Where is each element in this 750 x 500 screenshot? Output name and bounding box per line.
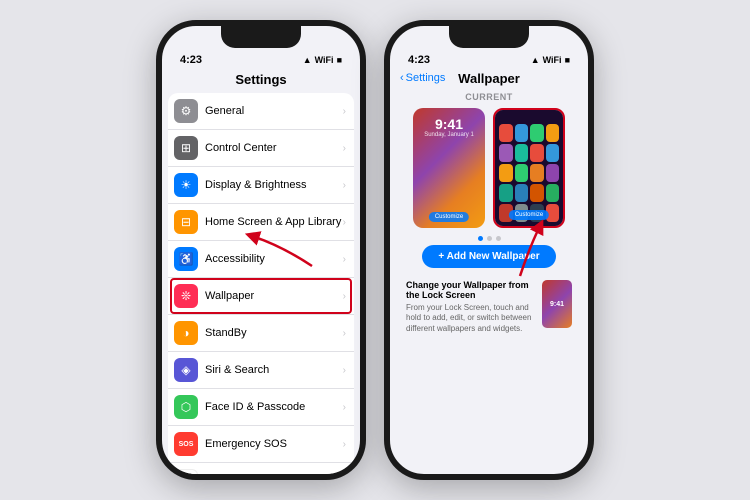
settings-item-general[interactable]: ⚙ General › [168,93,354,130]
exposure-icon: ● [174,469,198,480]
settings-item-control-center[interactable]: ⊞ Control Center › [168,130,354,167]
app-dot [546,184,560,202]
settings-item-accessibility[interactable]: ♿ Accessibility › [168,241,354,278]
current-label: CURRENT [390,92,588,102]
app-dot [499,164,513,182]
app-dot [515,184,529,202]
battery-icon-right: ■ [565,55,570,65]
exposure-label: Exposure Notifications [205,475,343,480]
phone-left: 4:23 ▲ WiFi ■ Settings ⚙ General › ⊞ Con… [156,20,366,480]
settings-item-home-screen[interactable]: ⊟ Home Screen & App Library › [168,204,354,241]
signal-icon: ▲ [303,55,312,65]
siri-label: Siri & Search [205,364,343,376]
wallpaper-nav: ‹ Settings Wallpaper [390,70,588,90]
app-dot [530,164,544,182]
app-dot [530,144,544,162]
time-left: 4:23 [180,54,202,66]
wallpaper-icon: ❊ [174,284,198,308]
display-icon: ☀ [174,173,198,197]
wallpaper-label: Wallpaper [205,290,343,302]
app-dot [546,144,560,162]
add-wallpaper-button[interactable]: + Add New Wallpaper [422,245,555,268]
settings-item-standby[interactable]: ◑ StandBy › [168,315,354,352]
time-right: 4:23 [408,54,430,66]
lock-screen-customize-btn[interactable]: Customize [429,212,469,222]
home-screen-icon: ⊟ [174,210,198,234]
home-screen-wallpaper-bg [495,110,563,226]
status-icons-right: ▲ WiFi ■ [531,55,570,65]
app-dot [530,184,544,202]
app-dot [515,164,529,182]
control-center-label: Control Center [205,142,343,154]
wifi-icon: WiFi [315,55,334,65]
siri-icon: ◈ [174,358,198,382]
back-chevron-icon: ‹ [400,72,404,84]
back-label: Settings [406,72,446,84]
app-dot [546,164,560,182]
wifi-icon-right: WiFi [543,55,562,65]
settings-item-sos[interactable]: SOS Emergency SOS › [168,426,354,463]
settings-item-siri[interactable]: ◈ Siri & Search › [168,352,354,389]
general-icon: ⚙ [174,99,198,123]
status-bar-left: 4:23 ▲ WiFi ■ [162,26,360,70]
dot-3 [496,236,501,241]
wallpaper-page-title: Wallpaper [458,71,520,86]
sos-label: Emergency SOS [205,438,343,450]
dot-2 [487,236,492,241]
lock-screen-mini-preview: 9:41 [542,280,572,328]
app-dot [499,144,513,162]
lock-screen-info-text: Change your Wallpaper from the Lock Scre… [406,280,534,334]
settings-title: Settings [162,70,360,93]
settings-item-wallpaper[interactable]: ❊ Wallpaper › [168,278,354,315]
settings-item-faceid[interactable]: ⬡ Face ID & Passcode › [168,389,354,426]
status-bar-right: 4:23 ▲ WiFi ■ [390,26,588,70]
home-screen-preview-card[interactable]: Customize [493,108,565,228]
lock-screen-wallpaper-bg: 9:41 Sunday, January 1 Customize [413,108,485,228]
app-dot [546,124,560,142]
lock-screen-preview-card[interactable]: 9:41 Sunday, January 1 Customize [413,108,485,228]
back-button[interactable]: ‹ Settings [400,72,445,84]
lock-screen-time: 9:41 [435,116,463,132]
status-icons-left: ▲ WiFi ■ [303,55,342,65]
accessibility-label: Accessibility [205,253,343,265]
settings-item-display[interactable]: ☀ Display & Brightness › [168,167,354,204]
dot-1 [478,236,483,241]
signal-icon-right: ▲ [531,55,540,65]
phone-right: 4:23 ▲ WiFi ■ ‹ Settings Wallpaper CURRE… [384,20,594,480]
battery-icon: ■ [337,55,342,65]
accessibility-icon: ♿ [174,247,198,271]
faceid-label: Face ID & Passcode [205,401,343,413]
home-screen-customize-btn[interactable]: Customize [509,210,549,220]
page-indicator [390,236,588,241]
app-dot [530,124,544,142]
home-screen-label: Home Screen & App Library [205,216,343,228]
control-center-icon: ⊞ [174,136,198,160]
standby-icon: ◑ [174,321,198,345]
settings-item-exposure[interactable]: ● Exposure Notifications › [168,463,354,480]
lock-screen-info-body: From your Lock Screen, touch and hold to… [406,303,534,334]
lock-screen-info-card: Change your Wallpaper from the Lock Scre… [398,272,580,342]
settings-list-main: ⚙ General › ⊞ Control Center › ☀ Display… [168,93,354,480]
lock-screen-info-title: Change your Wallpaper from the Lock Scre… [406,280,534,300]
sos-icon: SOS [174,432,198,456]
app-dot [515,144,529,162]
app-dot [499,184,513,202]
faceid-icon: ⬡ [174,395,198,419]
lock-screen-date: Sunday, January 1 [424,132,474,138]
wallpaper-previews: 9:41 Sunday, January 1 Customize [390,104,588,232]
general-label: General [205,105,343,117]
standby-label: StandBy [205,327,343,339]
lock-screen-mini-time: 9:41 [550,301,564,308]
display-label: Display & Brightness [205,179,343,191]
app-dot [499,124,513,142]
app-dot [515,124,529,142]
